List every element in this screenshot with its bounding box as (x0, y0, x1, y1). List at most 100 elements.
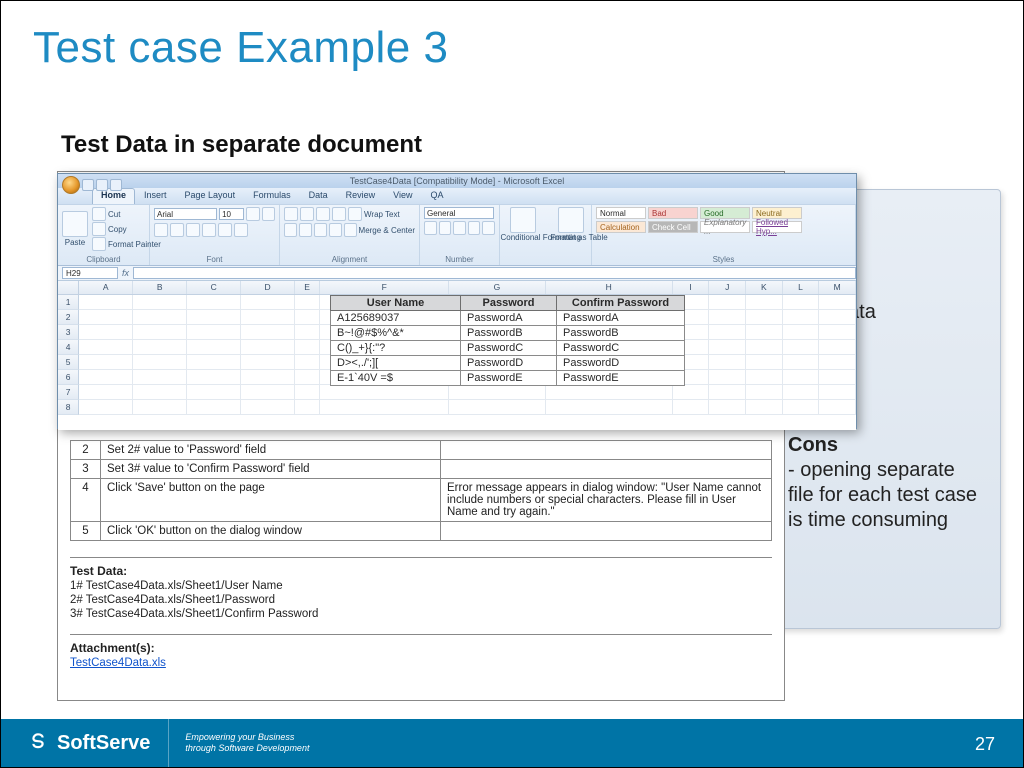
row-header[interactable]: 6 (58, 370, 79, 385)
tab-page-layout[interactable]: Page Layout (176, 188, 245, 204)
border-icon[interactable] (202, 223, 216, 237)
tab-review[interactable]: Review (337, 188, 385, 204)
fx-icon[interactable]: fx (122, 268, 129, 278)
tab-formulas[interactable]: Formulas (244, 188, 300, 204)
col-header[interactable]: E (295, 281, 320, 294)
row-header[interactable]: 1 (58, 295, 79, 310)
tab-view[interactable]: View (384, 188, 421, 204)
office-button-icon[interactable] (62, 176, 80, 194)
underline-icon[interactable] (186, 223, 200, 237)
style-followed-hyp[interactable]: Followed Hyp... (752, 221, 802, 233)
style-calculation[interactable]: Calculation (596, 221, 646, 233)
tab-qa[interactable]: QA (421, 188, 452, 204)
copy-icon[interactable] (92, 222, 106, 236)
col-password[interactable]: Password (461, 296, 557, 311)
ribbon-group-alignment: Wrap Text Merge & Center Alignment (280, 205, 420, 265)
fill-color-icon[interactable] (218, 223, 232, 237)
merge-icon[interactable] (344, 223, 357, 237)
test-data-line: 3# TestCase4Data.xls/Sheet1/Confirm Pass… (70, 608, 772, 620)
wrap-text-icon[interactable] (348, 207, 362, 221)
align-top-icon[interactable] (284, 207, 298, 221)
formula-bar: H29 fx (58, 266, 856, 281)
row-header[interactable]: 3 (58, 325, 79, 340)
orientation-icon[interactable] (332, 207, 346, 221)
slide-subtitle: Test Data in separate document (61, 131, 422, 159)
col-header[interactable]: K (746, 281, 783, 294)
table-row: 3Set 3# value to 'Confirm Password' fiel… (71, 460, 772, 479)
number-format-select[interactable]: General (424, 207, 494, 219)
ribbon-group-font: Arial 10 Font (150, 205, 280, 265)
align-right-icon[interactable] (314, 223, 327, 237)
col-header[interactable]: A (79, 281, 133, 294)
bold-icon[interactable] (154, 223, 168, 237)
style-normal[interactable]: Normal (596, 207, 646, 219)
name-box[interactable]: H29 (62, 267, 118, 279)
col-user-name[interactable]: User Name (331, 296, 461, 311)
align-center-icon[interactable] (299, 223, 312, 237)
col-header[interactable]: D (241, 281, 295, 294)
inc-decimal-icon[interactable] (468, 221, 481, 235)
col-header[interactable]: J (709, 281, 746, 294)
ribbon-group-styles: Normal Bad Good Neutral Calculation Chec… (592, 205, 856, 265)
select-all-corner[interactable] (58, 281, 79, 294)
grow-font-icon[interactable] (246, 207, 259, 221)
format-as-table-icon[interactable] (558, 207, 584, 233)
slide-footer: SoftServe Empowering your Business throu… (1, 719, 1023, 767)
attachment-link[interactable]: TestCase4Data.xls (70, 657, 166, 669)
col-header[interactable]: L (783, 281, 820, 294)
table-row: 5Click 'OK' button on the dialog window (71, 522, 772, 541)
row-header[interactable]: 4 (58, 340, 79, 355)
currency-icon[interactable] (424, 221, 437, 235)
formula-input[interactable] (133, 267, 856, 279)
ribbon-tabs: Home Insert Page Layout Formulas Data Re… (58, 188, 856, 204)
style-bad[interactable]: Bad (648, 207, 698, 219)
col-header[interactable]: H (546, 281, 673, 294)
style-explanatory[interactable]: Explanatory ... (700, 221, 750, 233)
row-header[interactable]: 7 (58, 385, 79, 400)
col-header[interactable]: G (449, 281, 545, 294)
conditional-formatting-icon[interactable] (510, 207, 536, 233)
test-data-line: 1# TestCase4Data.xls/Sheet1/User Name (70, 580, 772, 592)
percent-icon[interactable] (439, 221, 452, 235)
table-row: 2Set 2# value to 'Password' field (71, 441, 772, 460)
spreadsheet-data-table: User Name Password Confirm Password A125… (330, 295, 685, 386)
col-header[interactable]: I (673, 281, 710, 294)
tab-data[interactable]: Data (300, 188, 337, 204)
cons-text: - opening separate file for each test ca… (788, 458, 984, 533)
col-header[interactable]: M (819, 281, 856, 294)
brand-logo: SoftServe (1, 719, 169, 767)
col-confirm-password[interactable]: Confirm Password (557, 296, 685, 311)
paste-icon[interactable] (62, 211, 88, 237)
slide: Test case Example 3 Test Data in separat… (0, 0, 1024, 768)
comma-icon[interactable] (453, 221, 466, 235)
cons-heading: Cons (788, 433, 984, 458)
spreadsheet-grid[interactable]: A B C D E F G H I J K L M 1 2 3 4 5 (58, 281, 856, 430)
col-header[interactable]: C (187, 281, 241, 294)
style-check-cell[interactable]: Check Cell (648, 221, 698, 233)
indent-dec-icon[interactable] (329, 223, 342, 237)
font-name-select[interactable]: Arial (154, 208, 217, 220)
steps-table: 2Set 2# value to 'Password' field 3Set 3… (70, 440, 772, 541)
brand-tagline: Empowering your Business through Softwar… (169, 732, 309, 754)
row-header[interactable]: 5 (58, 355, 79, 370)
tab-insert[interactable]: Insert (135, 188, 176, 204)
qat-save-icon[interactable] (82, 179, 94, 191)
align-bottom-icon[interactable] (316, 207, 330, 221)
row-header[interactable]: 8 (58, 400, 79, 415)
shrink-font-icon[interactable] (262, 207, 275, 221)
align-middle-icon[interactable] (300, 207, 314, 221)
cut-icon[interactable] (92, 207, 106, 221)
qat-redo-icon[interactable] (110, 179, 122, 191)
font-color-icon[interactable] (234, 223, 248, 237)
align-left-icon[interactable] (284, 223, 297, 237)
row-header[interactable]: 2 (58, 310, 79, 325)
dec-decimal-icon[interactable] (482, 221, 495, 235)
col-header[interactable]: F (320, 281, 449, 294)
col-header[interactable]: B (133, 281, 187, 294)
qat-undo-icon[interactable] (96, 179, 108, 191)
font-size-select[interactable]: 10 (219, 208, 244, 220)
format-painter-icon[interactable] (92, 237, 106, 251)
excel-titlebar: TestCase4Data [Compatibility Mode] - Mic… (58, 174, 856, 188)
italic-icon[interactable] (170, 223, 184, 237)
test-data-line: 2# TestCase4Data.xls/Sheet1/Password (70, 594, 772, 606)
